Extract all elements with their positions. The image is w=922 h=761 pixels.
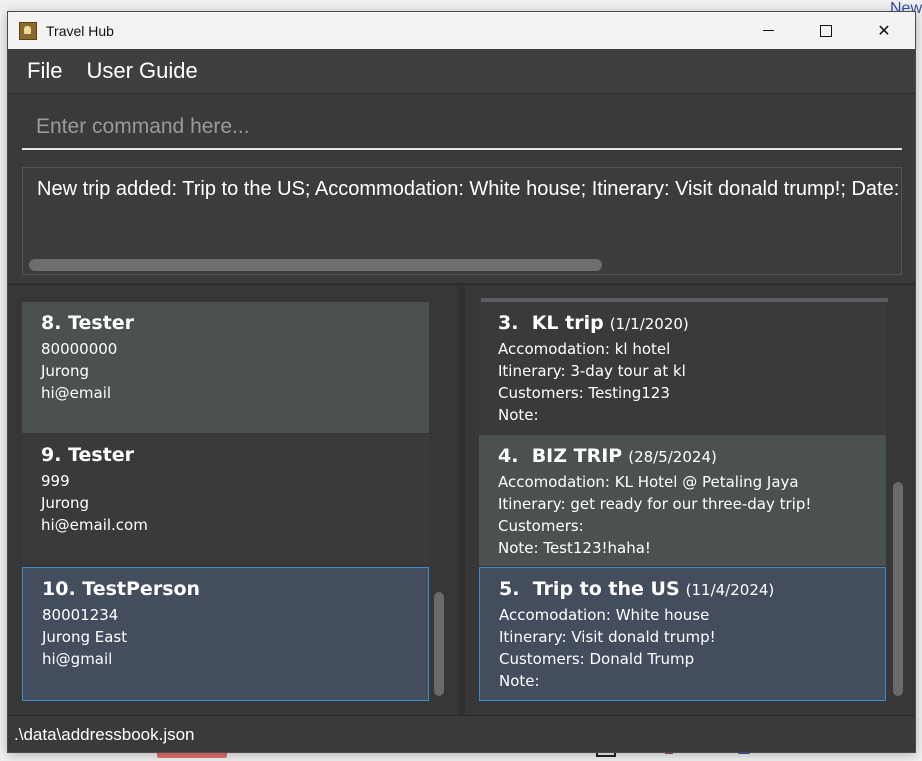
trip-list-panel: 3. KL trip (1/1/2020) Accomodation: kl ho… [465, 287, 915, 715]
command-box [22, 106, 902, 152]
person-address: Jurong [41, 494, 89, 512]
trip-name: 3. KL trip (1/1/2020) [498, 312, 689, 334]
person-list-panel: 8. Tester 80000000 Jurong hi@email 9. Te… [8, 287, 458, 715]
trip-accommodation: Accomodation: kl hotel [498, 340, 671, 358]
person-name: 10. TestPerson [42, 578, 201, 600]
panel-divider[interactable] [458, 287, 465, 715]
trip-itinerary: Itinerary: get ready for our three-day t… [498, 495, 812, 513]
app-window: Travel Hub ✕ File User Guide New trip ad… [7, 11, 916, 753]
trip-note: Note: [498, 406, 539, 424]
trip-note: Note: [499, 672, 540, 690]
person-address: Jurong East [42, 628, 128, 646]
trip-card[interactable]: 4. BIZ TRIP (28/5/2024) Accomodation: KL … [479, 435, 886, 566]
maximize-icon [820, 24, 832, 37]
trip-list-scrollbar[interactable] [891, 287, 905, 715]
trip-name: 4. BIZ TRIP (28/5/2024) [498, 445, 717, 467]
person-address: Jurong [41, 362, 89, 380]
status-bar: .\data\addressbook.json [8, 715, 915, 752]
person-email: hi@gmail [42, 650, 113, 668]
trip-customers: Customers: Donald Trump [499, 650, 695, 668]
person-phone: 80000000 [41, 340, 118, 358]
trip-customers: Customers: [498, 517, 584, 535]
section-divider [8, 283, 915, 286]
trip-itinerary: Itinerary: 3-day tour at kl [498, 362, 686, 380]
trip-name: 5. Trip to the US (11/4/2024) [499, 578, 775, 600]
person-email: hi@email [41, 384, 112, 402]
close-button[interactable]: ✕ [855, 12, 913, 49]
scrollbar-thumb[interactable] [434, 592, 444, 696]
person-name: 8. Tester [41, 312, 135, 334]
result-display[interactable]: New trip added: Trip to the US; Accommod… [22, 167, 902, 275]
maximize-button[interactable] [797, 12, 855, 49]
person-card[interactable]: 8. Tester 80000000 Jurong hi@email [22, 302, 429, 433]
trip-card[interactable]: 3. KL trip (1/1/2020) Accomodation: kl ho… [479, 302, 886, 435]
menu-file[interactable]: File [27, 58, 62, 84]
person-phone: 999 [41, 472, 70, 490]
minimize-button[interactable] [739, 12, 797, 49]
file-path: .\data\addressbook.json [14, 725, 195, 744]
trip-date: (11/4/2024) [685, 581, 775, 599]
trip-date: (28/5/2024) [628, 448, 717, 466]
trip-customers: Customers: Testing123 [498, 384, 670, 402]
scrollbar-thumb[interactable] [893, 482, 903, 696]
window-title: Travel Hub [46, 22, 114, 39]
menu-bar: File User Guide [8, 49, 915, 94]
trip-accommodation: Accomodation: White house [499, 606, 710, 624]
result-text: New trip added: Trip to the US; Accommod… [37, 178, 901, 200]
person-phone: 80001234 [42, 606, 119, 624]
person-card[interactable]: 9. Tester 999 Jurong hi@email.com [22, 434, 429, 564]
trip-accommodation: Accomodation: KL Hotel @ Petaling Jaya [498, 473, 799, 491]
trip-date: (1/1/2020) [609, 315, 689, 333]
title-bar[interactable]: Travel Hub ✕ [8, 12, 915, 49]
trip-card[interactable]: 5. Trip to the US (11/4/2024) Accomodatio… [479, 567, 886, 701]
trip-itinerary: Itinerary: Visit donald trump! [499, 628, 716, 646]
person-email: hi@email.com [41, 516, 148, 534]
person-card[interactable]: 10. TestPerson 80001234 Jurong East hi@g… [22, 567, 429, 701]
person-name: 9. Tester [41, 444, 135, 466]
command-input[interactable] [22, 106, 902, 150]
minimize-icon [762, 30, 774, 31]
person-list-scrollbar[interactable] [432, 287, 446, 715]
trip-note: Note: Test123!haha! [498, 539, 651, 557]
menu-user-guide[interactable]: User Guide [86, 58, 197, 84]
horizontal-scrollbar[interactable] [29, 259, 602, 271]
app-logo-icon [19, 21, 37, 40]
close-icon: ✕ [877, 22, 891, 40]
